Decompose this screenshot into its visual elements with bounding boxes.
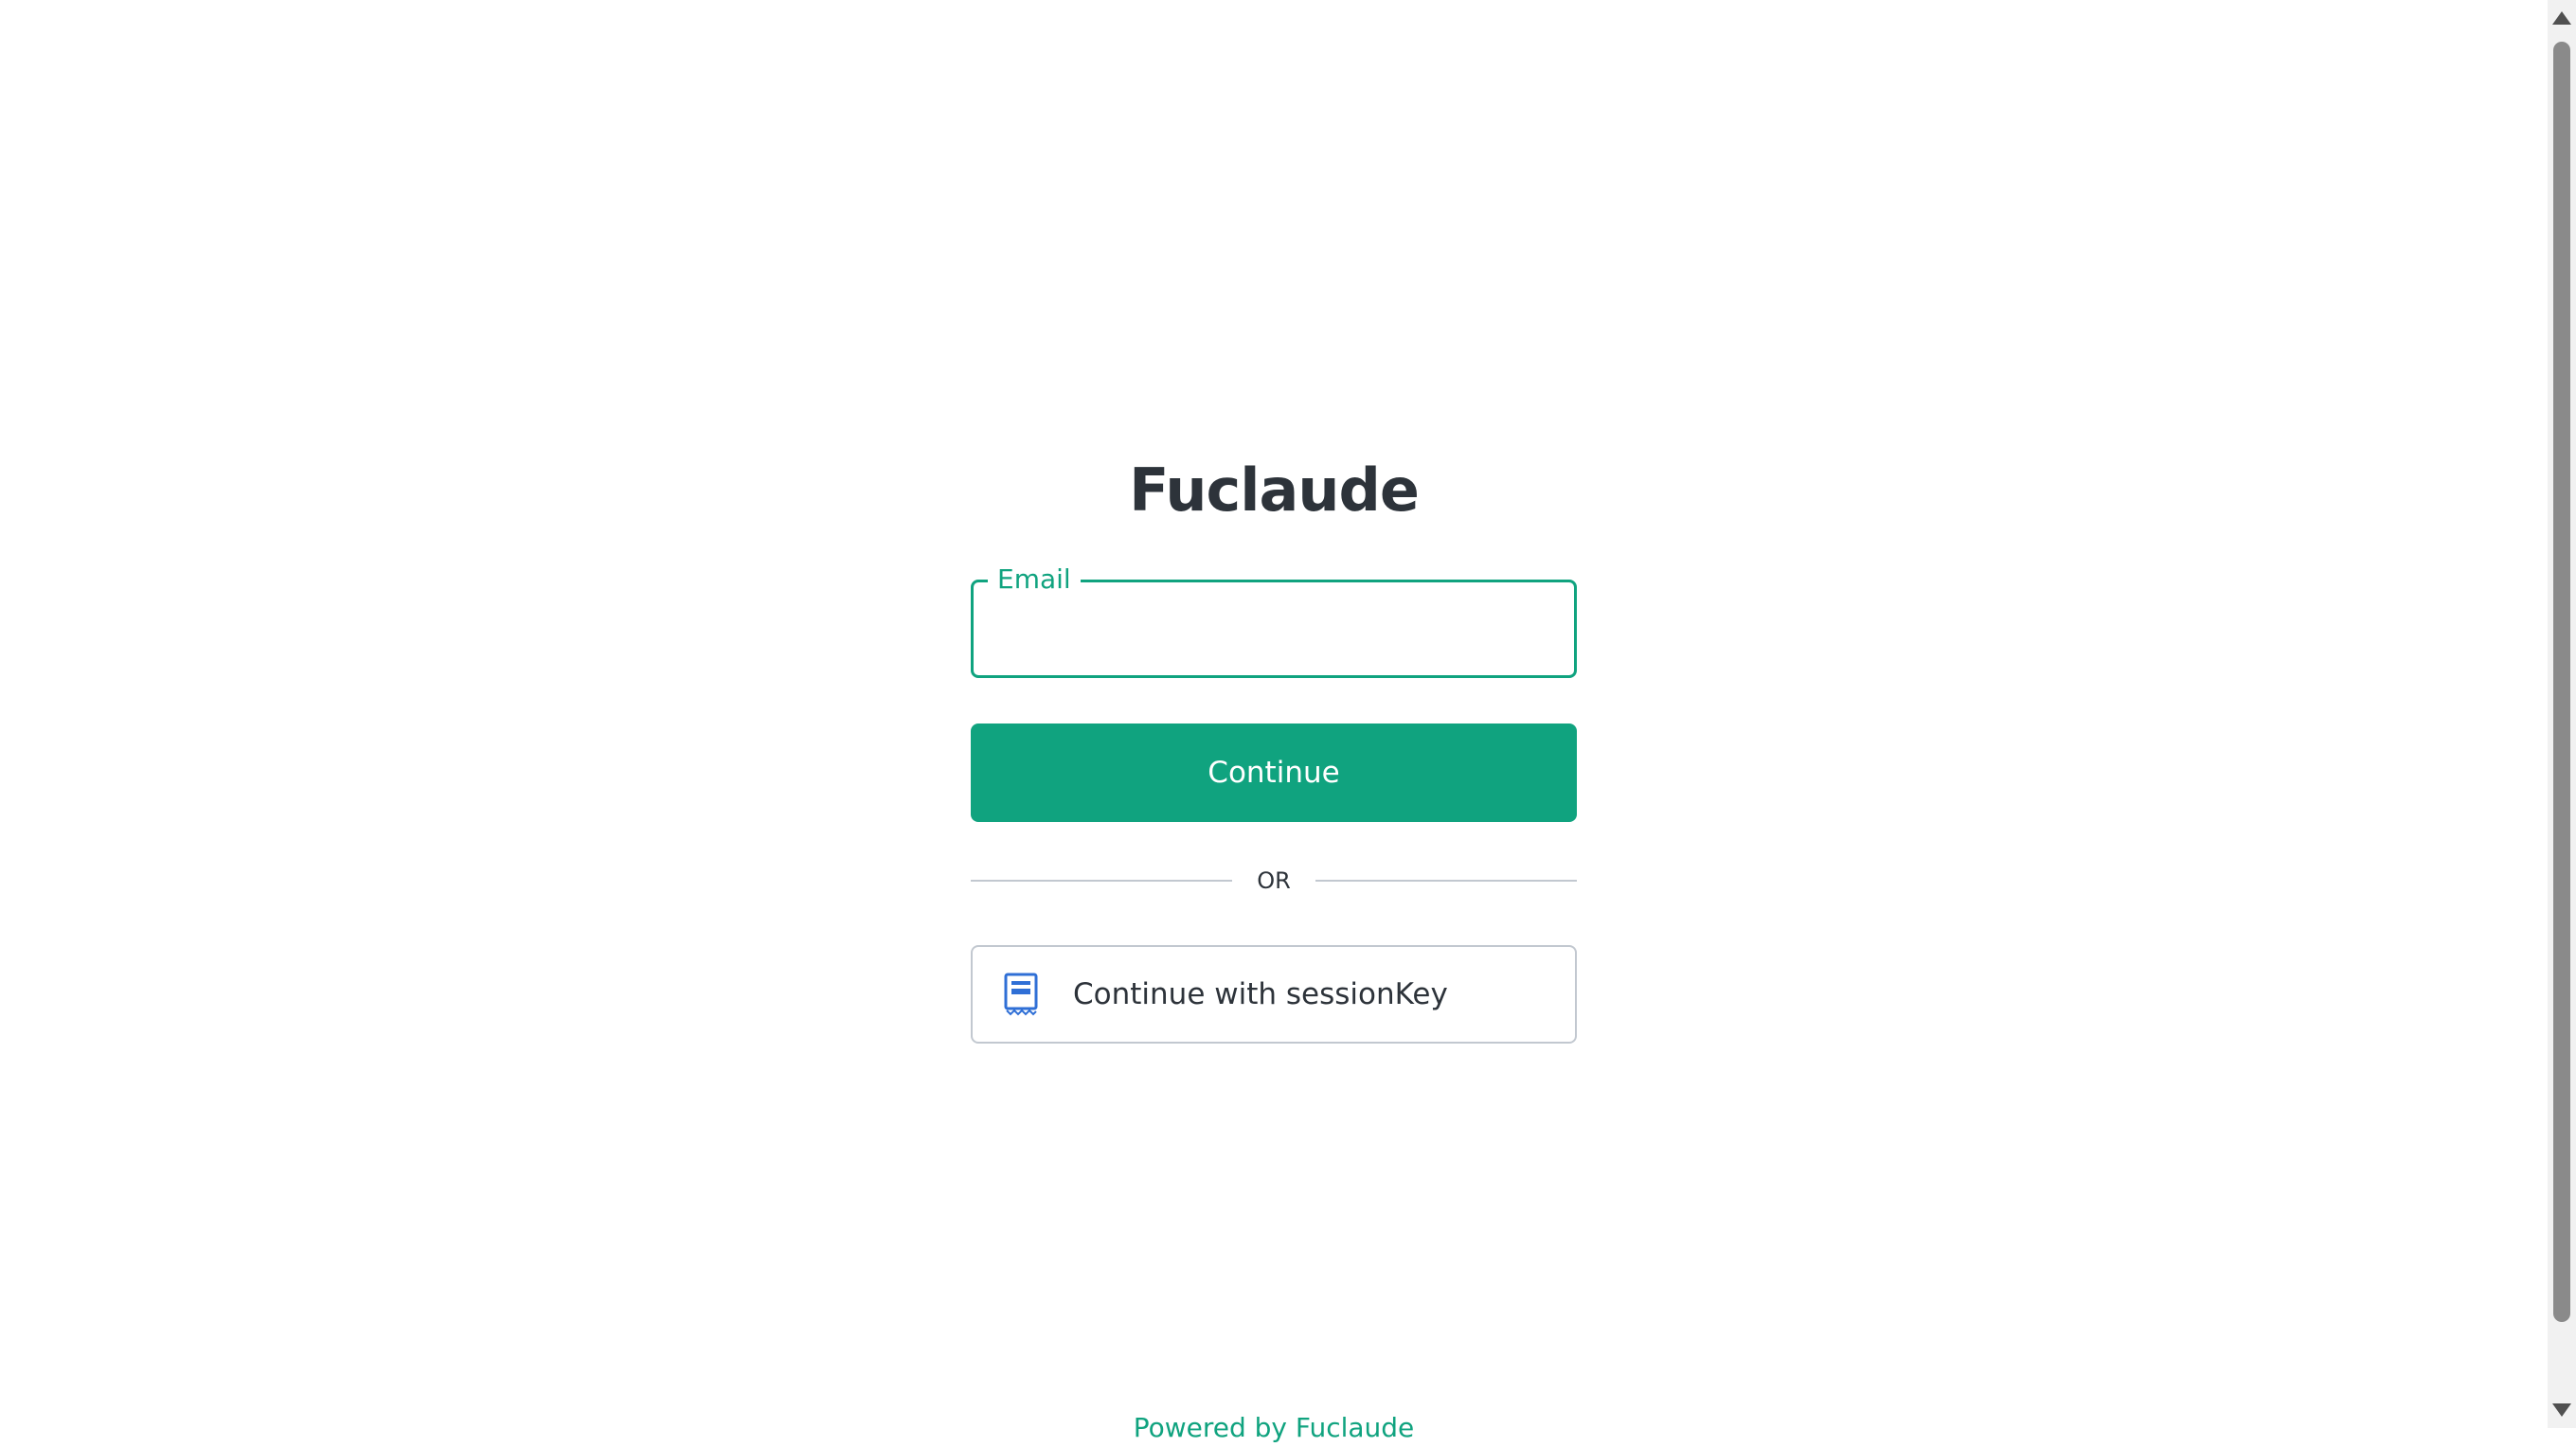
- scroll-up-arrow-icon[interactable]: [2552, 11, 2571, 25]
- powered-by-link[interactable]: Powered by Fuclaude: [1009, 1409, 1539, 1447]
- divider-line-left: [971, 880, 1233, 882]
- login-panel: Fuclaude Email Continue OR Continue with…: [971, 445, 1578, 1044]
- page-title: Fuclaude: [1129, 456, 1420, 525]
- divider-line-right: [1315, 880, 1578, 882]
- email-label: Email: [988, 563, 1081, 597]
- login-page: Fuclaude Email Continue OR Continue with…: [0, 0, 2548, 1443]
- continue-with-sessionkey-button[interactable]: Continue with sessionKey: [971, 945, 1577, 1044]
- email-field-wrapper: Email: [971, 563, 1577, 678]
- sessionkey-button-label: Continue with sessionKey: [1073, 977, 1448, 1011]
- continue-button[interactable]: Continue: [971, 724, 1577, 822]
- divider-text: OR: [1257, 867, 1291, 894]
- vertical-scrollbar[interactable]: [2548, 0, 2576, 1428]
- document-icon: [1003, 973, 1039, 1016]
- scrollbar-thumb[interactable]: [2553, 42, 2570, 1322]
- or-divider: OR: [971, 862, 1578, 900]
- scroll-down-arrow-icon[interactable]: [2552, 1403, 2571, 1417]
